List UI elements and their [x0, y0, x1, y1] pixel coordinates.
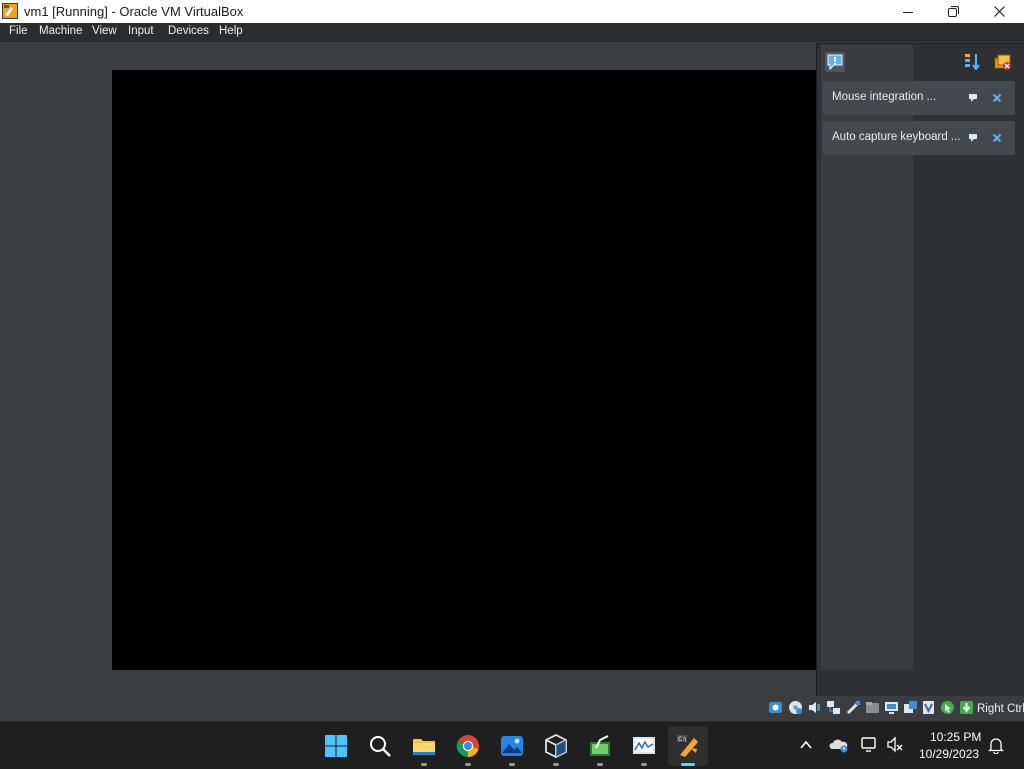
pin-icon[interactable] — [968, 133, 978, 143]
taskbar-chrome[interactable] — [448, 726, 488, 766]
taskbar-file-explorer[interactable] — [404, 726, 444, 766]
window-titlebar[interactable]: vm1 [Running] - Oracle VM VirtualBox — [0, 0, 1024, 23]
show-hidden-icons-icon[interactable] — [799, 738, 813, 752]
menu-devices[interactable]: Devices — [168, 25, 209, 37]
shared-folders-icon[interactable] — [865, 700, 880, 715]
onedrive-icon[interactable] — [829, 737, 849, 753]
search-button[interactable] — [360, 726, 400, 766]
running-indicator — [421, 763, 427, 766]
hard-disk-icon[interactable] — [768, 700, 783, 715]
taskbar-task-manager[interactable] — [580, 726, 620, 766]
close-icon — [993, 6, 1005, 17]
clock-time[interactable]: 10:25 PM — [930, 730, 981, 744]
taskbar-performance-monitor[interactable] — [624, 726, 664, 766]
vm-statusbar: Right Ctrl — [0, 696, 1024, 721]
running-indicator — [641, 763, 647, 766]
close-icon[interactable] — [992, 93, 1002, 103]
taskbar-virtualbox-vm[interactable]: C:\ — [668, 726, 708, 766]
active-indicator — [681, 763, 695, 766]
menu-machine[interactable]: Machine — [39, 25, 82, 37]
sort-icon[interactable] — [963, 52, 983, 72]
virtualbox-manager-icon — [545, 734, 567, 758]
clock-date[interactable]: 10/29/2023 — [919, 747, 979, 761]
volume-muted-icon[interactable] — [886, 736, 904, 754]
search-icon — [370, 736, 391, 757]
notification-label: Auto capture keyboard ... — [832, 131, 961, 143]
running-indicator — [509, 763, 515, 766]
minimize-button[interactable] — [885, 0, 931, 23]
running-indicator — [465, 763, 471, 766]
notification-center-icon[interactable] — [825, 52, 845, 72]
notification-auto-capture-keyboard[interactable]: Auto capture keyboard ... — [823, 121, 1015, 155]
notification-mouse-integration[interactable]: Mouse integration ... — [823, 81, 1015, 115]
network-icon[interactable] — [860, 736, 878, 754]
mouse-integration-icon[interactable] — [940, 700, 955, 715]
network-icon[interactable] — [826, 700, 841, 715]
taskbar-photos[interactable] — [492, 726, 532, 766]
close-button[interactable] — [976, 0, 1022, 23]
optical-drive-icon[interactable] — [788, 700, 803, 715]
photos-icon — [501, 736, 523, 756]
restore-icon — [947, 6, 959, 17]
menu-help[interactable]: Help — [219, 25, 243, 37]
virtualbox-vm-icon: C:\ — [677, 735, 698, 757]
taskbar: C:\ 10:25 PM 10/29/2023 — [0, 721, 1024, 769]
taskbar-virtualbox-manager[interactable] — [536, 726, 576, 766]
pin-icon[interactable] — [968, 93, 978, 103]
close-icon[interactable] — [992, 133, 1002, 143]
minimize-icon — [903, 11, 913, 13]
usb-icon[interactable] — [846, 700, 861, 715]
start-button[interactable] — [316, 726, 356, 766]
start-icon — [325, 735, 347, 757]
window-title: vm1 [Running] - Oracle VM VirtualBox — [24, 4, 244, 19]
chrome-icon — [456, 735, 479, 757]
notification-center: Mouse integration ... Auto capture keybo… — [816, 43, 1024, 696]
menu-view[interactable]: View — [92, 25, 117, 37]
menubar: File Machine View Input Devices Help — [0, 23, 1024, 42]
clear-all-icon[interactable] — [993, 52, 1013, 72]
running-indicator — [553, 763, 559, 766]
virtualization-icon[interactable] — [921, 700, 936, 715]
running-indicator — [597, 763, 603, 766]
host-key-label[interactable]: Right Ctrl — [977, 703, 1024, 715]
file-explorer-icon — [413, 739, 435, 755]
maximize-button[interactable] — [930, 0, 976, 23]
menu-input[interactable]: Input — [128, 25, 154, 37]
notification-label: Mouse integration ... — [832, 91, 937, 103]
keyboard-capture-icon[interactable] — [959, 700, 974, 715]
notifications-icon[interactable] — [988, 736, 1004, 754]
menu-file[interactable]: File — [9, 25, 28, 37]
svg-text:C:\: C:\ — [678, 736, 687, 743]
display-icon[interactable] — [884, 700, 899, 715]
virtualbox-window-icon — [2, 3, 18, 19]
audio-icon[interactable] — [807, 700, 822, 715]
performance-monitor-icon — [633, 737, 655, 754]
task-manager-icon — [590, 735, 610, 756]
recording-icon[interactable] — [903, 700, 918, 715]
vm-display[interactable] — [112, 70, 816, 670]
